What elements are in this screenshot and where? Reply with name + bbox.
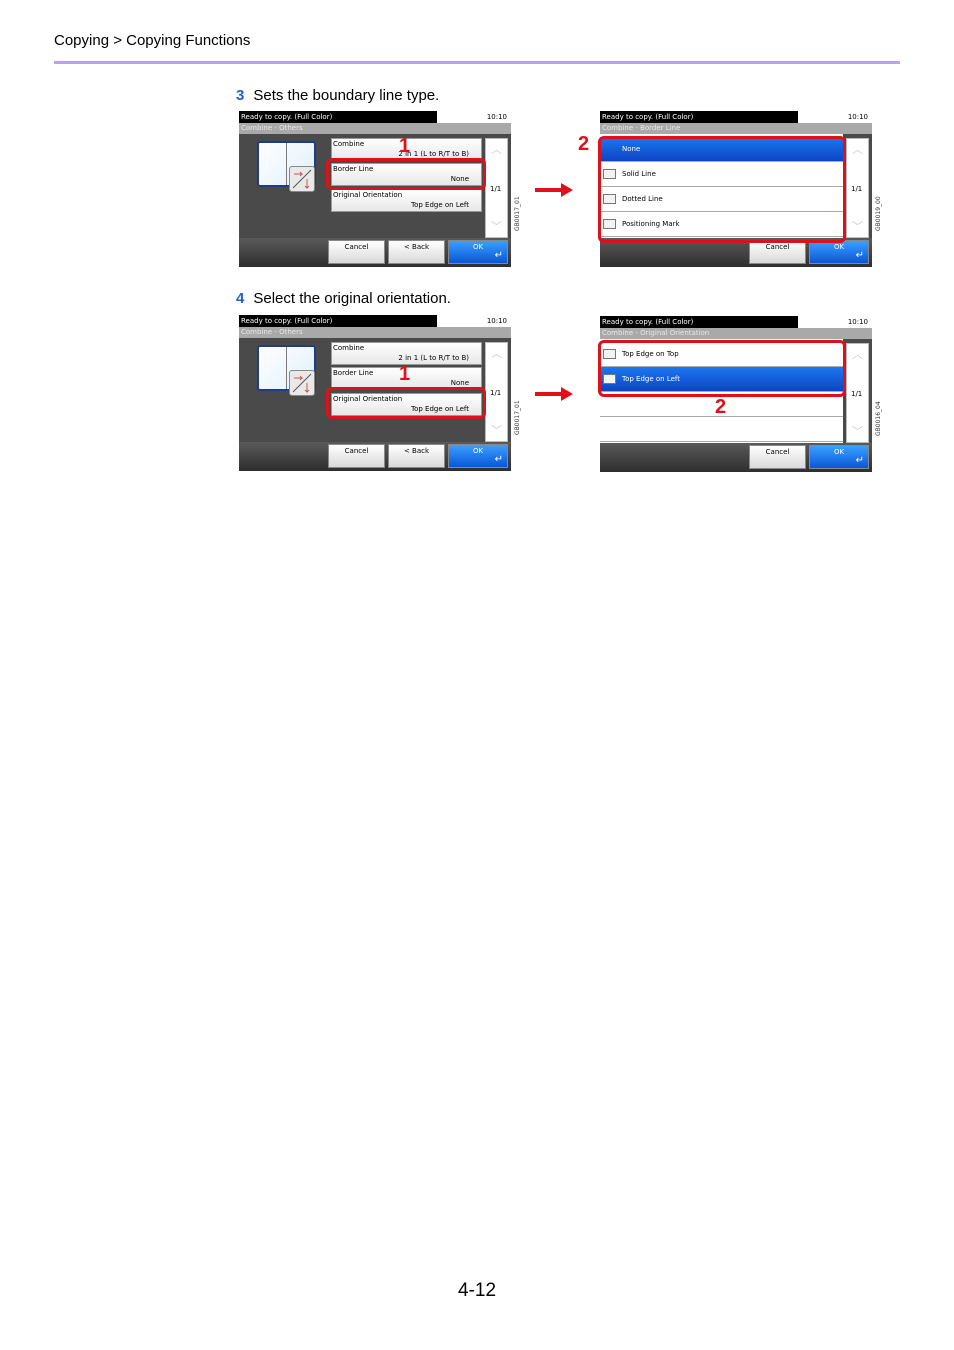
enter-icon: ↵	[855, 250, 864, 261]
breadcrumb: Copying > Copying Functions	[54, 32, 251, 49]
setting-combine[interactable]: Combine 2 in 1 (L to R/T to B)	[331, 342, 482, 365]
setting-label: Original Orientation	[333, 191, 403, 199]
ok-label: OK	[833, 448, 845, 456]
screen-border-line: Ready to copy. (Full Color) 10:10 Combine…	[578, 111, 882, 267]
screen-title: Combine - Others	[239, 123, 511, 134]
screen-original-orientation: Ready to copy. (Full Color) 10:10 Combine…	[598, 316, 882, 472]
setting-original-orientation[interactable]: Original Orientation Top Edge on Left	[331, 189, 482, 212]
scroll-up-icon[interactable]: ︿	[488, 141, 505, 158]
callout-number: 1	[399, 135, 411, 157]
highlight-frame	[326, 387, 486, 419]
figure-code: GB0017_01	[514, 400, 521, 435]
page-number: 4-12	[458, 1280, 497, 1301]
arrow-right-icon	[535, 387, 573, 401]
status-bar: Ready to copy. (Full Color) 10:10	[600, 316, 872, 328]
clock: 10:10	[847, 318, 868, 326]
highlight-frame	[326, 158, 486, 190]
cancel-button[interactable]: Cancel	[749, 445, 806, 469]
step-text: Select the original orientation.	[253, 290, 451, 307]
scroll-up-icon[interactable]: ︿	[488, 345, 505, 362]
clock: 10:10	[847, 113, 868, 121]
screen-title: Combine - Original Orientation	[600, 328, 872, 339]
setting-value: Top Edge on Left	[411, 201, 469, 209]
ok-label: OK	[472, 447, 484, 455]
step-3: 3 Sets the boundary line type.	[236, 87, 439, 104]
scroll-down-icon[interactable]: ﹀	[849, 423, 866, 440]
clock: 10:10	[486, 113, 507, 121]
status-message: Ready to copy. (Full Color)	[600, 111, 798, 123]
page-indicator: 1/1	[490, 389, 502, 397]
step-text: Sets the boundary line type.	[253, 87, 440, 104]
enter-icon: ↵	[494, 454, 503, 465]
rotation-icon	[289, 370, 315, 396]
ok-button[interactable]: OK ↵	[809, 240, 869, 264]
figure-code: GB0019_00	[875, 196, 882, 231]
back-button[interactable]: < Back	[388, 240, 445, 264]
step-number: 3	[236, 87, 245, 104]
ok-label: OK	[472, 243, 484, 251]
rotation-icon	[289, 166, 315, 192]
scroll-up-icon[interactable]: ︿	[849, 141, 866, 158]
highlight-frame	[598, 136, 846, 243]
highlight-frame	[598, 340, 846, 397]
scroll-down-icon[interactable]: ﹀	[849, 218, 866, 235]
screen-combine-others-step3: Ready to copy. (Full Color) 10:10 Combine…	[239, 111, 521, 267]
back-button[interactable]: < Back	[388, 444, 445, 468]
scroll-down-icon[interactable]: ﹀	[488, 218, 505, 235]
cancel-button[interactable]: Cancel	[328, 444, 385, 468]
page-indicator: 1/1	[490, 185, 502, 193]
ok-label: OK	[833, 243, 845, 251]
callout-number: 1	[399, 363, 411, 385]
step-number: 4	[236, 290, 245, 307]
empty-option-row	[600, 417, 843, 442]
scroll-up-icon[interactable]: ︿	[849, 346, 866, 363]
scroll-down-icon[interactable]: ﹀	[488, 422, 505, 439]
status-bar: Ready to copy. (Full Color) 10:10	[239, 111, 511, 123]
clock: 10:10	[486, 317, 507, 325]
page-indicator: 1/1	[851, 390, 863, 398]
enter-icon: ↵	[855, 455, 864, 466]
setting-value: 2 in 1 (L to R/T to B)	[398, 354, 469, 362]
screen-combine-others-step4: Ready to copy. (Full Color) 10:10 Combine…	[239, 315, 521, 471]
cancel-button[interactable]: Cancel	[328, 240, 385, 264]
step-4: 4 Select the original orientation.	[236, 290, 451, 307]
enter-icon: ↵	[494, 250, 503, 261]
status-message: Ready to copy. (Full Color)	[600, 316, 798, 328]
status-message: Ready to copy. (Full Color)	[239, 315, 437, 327]
setting-label: Combine	[333, 140, 365, 148]
status-bar: Ready to copy. (Full Color) 10:10	[239, 315, 511, 327]
setting-label: Border Line	[333, 369, 374, 377]
figure-code: GB0016_04	[875, 401, 882, 436]
callout-number: 2	[578, 133, 590, 155]
arrow-right-icon	[535, 183, 573, 197]
ok-button[interactable]: OK ↵	[448, 240, 508, 264]
cancel-button[interactable]: Cancel	[749, 240, 806, 264]
status-message: Ready to copy. (Full Color)	[239, 111, 437, 123]
header-divider	[54, 61, 900, 64]
setting-value: None	[450, 379, 469, 387]
screen-title: Combine - Others	[239, 327, 511, 338]
status-bar: Ready to copy. (Full Color) 10:10	[600, 111, 872, 123]
page-indicator: 1/1	[851, 185, 863, 193]
figure-code: GB0017_01	[514, 196, 521, 231]
screen-title: Combine - Border Line	[600, 123, 872, 134]
setting-label: Combine	[333, 344, 365, 352]
callout-number: 2	[715, 396, 727, 418]
ok-button[interactable]: OK ↵	[448, 444, 508, 468]
ok-button[interactable]: OK ↵	[809, 445, 869, 469]
